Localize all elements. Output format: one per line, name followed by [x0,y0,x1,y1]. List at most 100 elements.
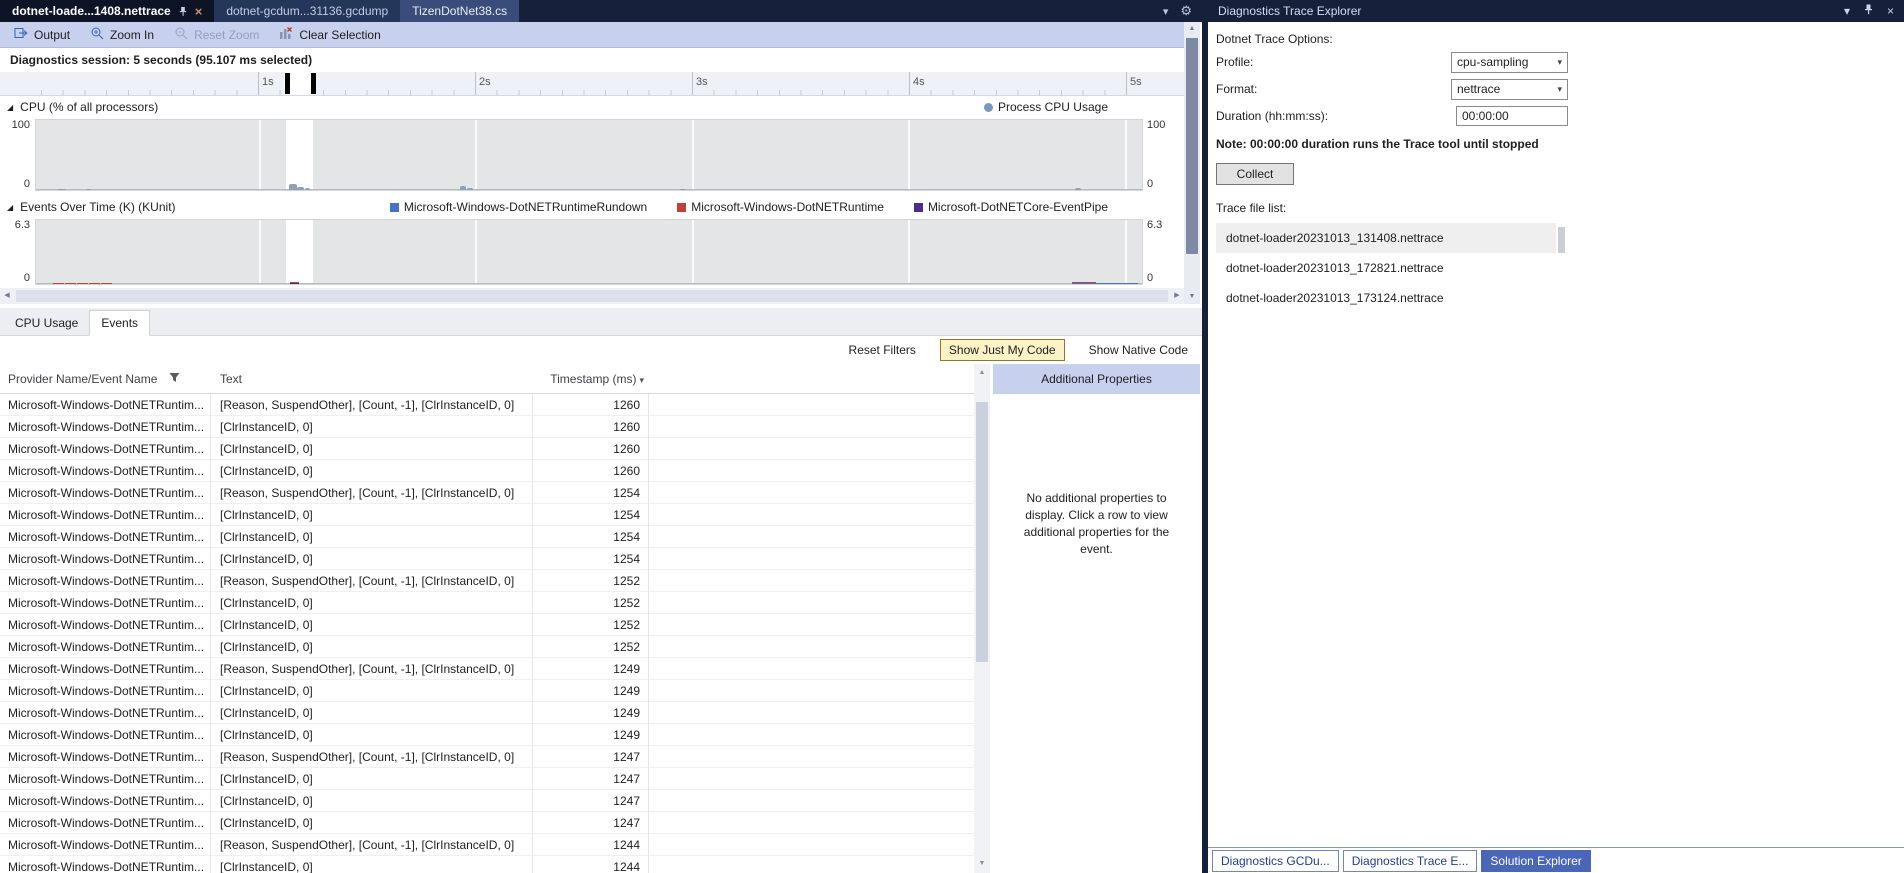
scrollbar-thumb[interactable] [1186,38,1198,254]
pin-icon[interactable] [1863,4,1874,18]
document-tab-2[interactable]: TizenDotNet38.cs [400,0,519,22]
document-tab-0[interactable]: dotnet-loade...1408.nettrace× [0,0,214,22]
trace-file-item[interactable]: dotnet-loader20231013_173124.nettrace [1216,283,1556,313]
format-dropdown[interactable]: nettrace ▾ [1451,79,1568,100]
cpu-usage-spike [1075,188,1082,190]
scrollbar-thumb[interactable] [1558,227,1565,253]
cell-provider: Microsoft-Windows-DotNETRuntim... [0,548,210,569]
panel-tab-1[interactable]: Diagnostics Trace E... [1343,850,1478,872]
profile-dropdown[interactable]: cpu-sampling ▾ [1451,52,1568,73]
column-header-text[interactable]: Text [220,364,242,393]
output-button[interactable]: Output [6,24,78,45]
event-bar [101,283,112,284]
selection-handle-right[interactable] [311,73,316,94]
scroll-left-icon[interactable]: ◀ [0,288,14,304]
table-row[interactable]: Microsoft-Windows-DotNETRuntim...[Reason… [0,834,974,856]
reset-zoom-button[interactable]: Reset Zoom [166,24,267,45]
ruler-tick-line [1126,72,1127,95]
gear-icon[interactable]: ⚙ [1180,3,1192,19]
scroll-up-icon[interactable]: ▲ [974,366,990,380]
trace-file-item[interactable]: dotnet-loader20231013_131408.nettrace [1216,223,1556,253]
table-row[interactable]: Microsoft-Windows-DotNETRuntim...[ClrIns… [0,592,974,614]
table-row[interactable]: Microsoft-Windows-DotNETRuntim...[ClrIns… [0,812,974,834]
close-icon[interactable]: × [1887,4,1894,18]
panel-tab-2[interactable]: Solution Explorer [1481,850,1590,872]
clear-selection-button[interactable]: Clear Selection [271,24,388,45]
collapse-icon[interactable]: ◢ [7,103,13,112]
document-tab-1[interactable]: dotnet-gcdum...31136.gcdump [214,0,400,22]
table-row[interactable]: Microsoft-Windows-DotNETRuntim...[ClrIns… [0,416,974,438]
table-row[interactable]: Microsoft-Windows-DotNETRuntim...[ClrIns… [0,504,974,526]
table-row[interactable]: Microsoft-Windows-DotNETRuntim...[Reason… [0,746,974,768]
event-bar-segment-rundown [1072,283,1095,284]
chevron-down-icon[interactable]: ▾ [1844,4,1850,18]
table-row[interactable]: Microsoft-Windows-DotNETRuntim...[ClrIns… [0,680,974,702]
selection-handle-left[interactable] [285,73,290,94]
table-row[interactable]: Microsoft-Windows-DotNETRuntim...[ClrIns… [0,724,974,746]
column-header-timestamp-label: Timestamp (ms) [550,372,636,386]
scrollbar-thumb[interactable] [976,402,988,662]
cell-timestamp: 1252 [532,592,648,613]
event-bar [1072,282,1095,284]
scroll-up-icon[interactable]: ▲ [1184,22,1200,36]
table-row[interactable]: Microsoft-Windows-DotNETRuntim...[Reason… [0,658,974,680]
cell-text: [Reason, SuspendOther], [Count, -1], [Cl… [210,834,532,855]
tab-list-chevron-icon[interactable]: ▾ [1163,5,1169,18]
profile-label: Profile: [1216,55,1253,69]
events-chart-plot[interactable] [35,219,1143,285]
table-row[interactable]: Microsoft-Windows-DotNETRuntim...[ClrIns… [0,438,974,460]
table-row[interactable]: Microsoft-Windows-DotNETRuntim...[ClrIns… [0,702,974,724]
timeline-ruler[interactable]: 1s2s3s4s5s [0,72,1184,96]
column-header-timestamp[interactable]: Timestamp (ms) ▾ [532,364,644,393]
filter-funnel-icon[interactable] [169,372,180,386]
view-tab-events[interactable]: Events [89,310,150,336]
charts-vertical-scrollbar[interactable]: ▲ ▼ [1184,22,1200,304]
cell-text: [Reason, SuspendOther], [Count, -1], [Cl… [210,658,532,679]
table-row[interactable]: Microsoft-Windows-DotNETRuntim...[ClrIns… [0,614,974,636]
event-bar-segment-rundown [1119,283,1138,284]
table-row[interactable]: Microsoft-Windows-DotNETRuntim...[ClrIns… [0,460,974,482]
table-row[interactable]: Microsoft-Windows-DotNETRuntim...[ClrIns… [0,768,974,790]
events-chart[interactable]: 6.3 0 6.3 0 [0,218,1184,286]
cell-timestamp: 1260 [532,394,648,415]
view-tab-cpu-usage[interactable]: CPU Usage [4,311,89,335]
session-summary: Diagnostics session: 5 seconds (95.107 m… [0,48,1184,72]
cpu-y-max-left: 100 [0,119,30,131]
table-row[interactable]: Microsoft-Windows-DotNETRuntim...[ClrIns… [0,548,974,570]
collapse-icon[interactable]: ◢ [7,203,13,212]
cpu-chart[interactable]: 100 0 100 0 [0,118,1184,192]
table-row[interactable]: Microsoft-Windows-DotNETRuntim...[Reason… [0,394,974,416]
charts-horizontal-scrollbar[interactable]: ◀ ▶ [0,288,1184,304]
table-vertical-scrollbar[interactable]: ▲ ▼ [974,364,990,873]
collect-button[interactable]: Collect [1216,163,1294,185]
table-row[interactable]: Microsoft-Windows-DotNETRuntim...[ClrIns… [0,790,974,812]
chart-gridline [1125,220,1127,284]
pin-icon[interactable] [178,6,188,17]
show-native-code-toggle[interactable]: Show Native Code [1089,343,1188,357]
cell-provider: Microsoft-Windows-DotNETRuntim... [0,856,210,873]
column-header-provider[interactable]: Provider Name/Event Name [8,364,204,393]
cpu-chart-plot[interactable] [35,119,1143,191]
scroll-right-icon[interactable]: ▶ [1170,288,1184,304]
table-row[interactable]: Microsoft-Windows-DotNETRuntim...[Reason… [0,570,974,592]
events-section-header: ◢ Events Over Time (K) (KUnit) Microsoft… [0,196,1184,218]
panel-title-text: Diagnostics Trace Explorer [1218,4,1361,18]
trace-list-scrollbar[interactable] [1556,223,1567,315]
event-bar [77,283,88,284]
table-row[interactable]: Microsoft-Windows-DotNETRuntim...[ClrIns… [0,636,974,658]
cpu-section-header: ◢ CPU (% of all processors) Process CPU … [0,96,1184,118]
scroll-down-icon[interactable]: ▼ [1184,290,1200,304]
table-row[interactable]: Microsoft-Windows-DotNETRuntim...[ClrIns… [0,526,974,548]
trace-file-item[interactable]: dotnet-loader20231013_172821.nettrace [1216,253,1556,283]
scroll-down-icon[interactable]: ▼ [974,857,990,871]
close-icon[interactable]: × [195,5,203,18]
reset-filters-button[interactable]: Reset Filters [849,343,916,357]
scrollbar-thumb[interactable] [16,290,1168,302]
table-row[interactable]: Microsoft-Windows-DotNETRuntim...[ClrIns… [0,856,974,873]
show-just-my-code-toggle[interactable]: Show Just My Code [940,339,1065,361]
duration-input[interactable]: 00:00:00 [1456,106,1568,126]
zoom-in-button[interactable]: Zoom In [82,24,162,45]
panel-tab-0[interactable]: Diagnostics GCDu... [1212,850,1339,872]
table-row[interactable]: Microsoft-Windows-DotNETRuntim...[Reason… [0,482,974,504]
document-tab-label: dotnet-gcdum...31136.gcdump [226,4,388,18]
